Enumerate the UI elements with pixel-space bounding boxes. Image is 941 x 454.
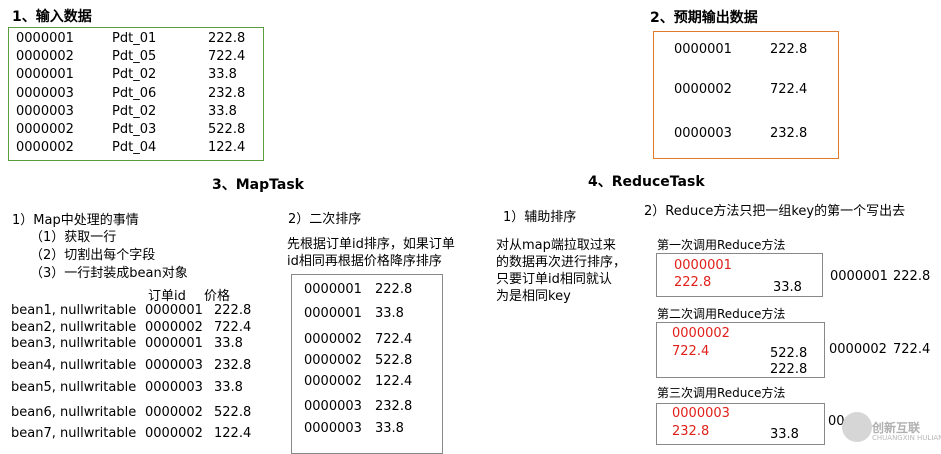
bean-price: 122.4: [214, 426, 252, 441]
input-order-id: 0000003: [16, 85, 74, 101]
reduce-call-other-value: 222.8: [770, 362, 808, 377]
map-step1-item: （3）一行封装成bean对象: [30, 266, 188, 281]
reduce-call-key: 0000002: [672, 326, 730, 341]
bean-price: 222.8: [214, 303, 252, 318]
bean-price: 232.8: [214, 358, 252, 373]
reduce-step2-title: 2）Reduce方法只把一组key的第一个写出去: [644, 204, 906, 219]
reduce-call-first-value: 232.8: [672, 424, 710, 439]
bean-key: bean1, nullwritable: [11, 303, 137, 318]
reduce-call-other-value: 522.8: [770, 346, 808, 361]
bean-order-id: 0000002: [145, 320, 203, 335]
reduce-call-label: 第二次调用Reduce方法: [657, 307, 786, 321]
reduce-call-other-value: 33.8: [773, 280, 802, 295]
expected-order-id: 0000002: [674, 82, 732, 97]
sorted-price: 232.8: [375, 399, 413, 414]
input-price: 522.8: [208, 122, 246, 137]
reduce-output-value: 222.8: [893, 269, 931, 284]
reduce-call-key: 0000003: [672, 406, 730, 421]
reduce-output-key: 0000001: [830, 269, 888, 284]
bean-key: bean3, nullwritable: [11, 336, 137, 351]
expected-price: 222.8: [770, 42, 808, 57]
bean-order-id: 0000003: [145, 380, 203, 395]
input-product-id: Pdt_02: [112, 103, 157, 119]
input-price: 222.8: [208, 31, 246, 46]
sorted-order-id: 0000002: [304, 332, 362, 347]
bean-order-id: 0000001: [145, 303, 203, 318]
reduce-step1-title: 1）辅助排序: [503, 210, 577, 225]
sorted-price: 122.4: [375, 374, 413, 389]
input-price: 122.4: [208, 140, 246, 156]
maptask-title: 3、MapTask: [212, 177, 304, 193]
watermark-logo-icon: [842, 412, 872, 442]
sorted-order-id: 0000001: [304, 282, 362, 297]
bean-key: bean4, nullwritable: [11, 358, 137, 373]
input-order-id: 0000001: [16, 67, 74, 83]
expected-price: 232.8: [770, 126, 808, 141]
expected-title: 2、预期输出数据: [650, 10, 758, 26]
reduce-call-label: 第一次调用Reduce方法: [657, 238, 786, 252]
bean-price: 722.4: [214, 320, 252, 335]
bean-order-id: 0000003: [145, 358, 203, 373]
input-price: 33.8: [208, 103, 237, 119]
map-step2-title: 2）二次排序: [288, 212, 362, 227]
bean-price: 33.8: [214, 380, 243, 395]
input-product-id: Pdt_04: [112, 140, 157, 156]
bean-key: bean6, nullwritable: [11, 405, 137, 420]
sorted-order-id: 0000001: [304, 306, 362, 321]
reduce-call-key: 0000001: [674, 258, 732, 273]
input-price: 722.4: [208, 49, 246, 65]
input-title: 1、输入数据: [12, 9, 92, 25]
bean-key: bean7, nullwritable: [11, 426, 137, 441]
bean-key: bean5, nullwritable: [11, 380, 137, 395]
bean-order-id: 0000001: [145, 336, 203, 351]
input-price: 232.8: [208, 85, 246, 101]
col-header-order-id: 订单id: [148, 289, 186, 304]
input-order-id: 0000002: [16, 122, 74, 137]
sorted-price: 33.8: [375, 421, 404, 436]
input-product-id: Pdt_02: [112, 67, 157, 83]
input-order-id: 0000003: [16, 103, 74, 119]
expected-price: 722.4: [770, 82, 808, 97]
sorted-order-id: 0000002: [304, 353, 362, 368]
sorted-price: 33.8: [375, 306, 404, 321]
input-product-id: Pdt_03: [112, 122, 157, 137]
reduce-call-label: 第三次调用Reduce方法: [657, 386, 786, 400]
sorted-price: 222.8: [375, 282, 413, 297]
input-order-id: 0000002: [16, 140, 74, 156]
input-product-id: Pdt_01: [112, 31, 157, 46]
bean-price: 33.8: [214, 336, 243, 351]
sorted-price: 722.4: [375, 332, 413, 347]
expected-order-id: 0000001: [674, 42, 732, 57]
reduce-output-key: 0000002: [829, 342, 887, 357]
reduce-call-other-value: 33.8: [770, 427, 799, 442]
bean-order-id: 0000002: [145, 405, 203, 420]
expected-order-id: 0000003: [674, 126, 732, 141]
reducetask-title: 4、ReduceTask: [588, 174, 705, 190]
input-product-id: Pdt_06: [112, 85, 157, 101]
bean-price: 522.8: [214, 405, 252, 420]
input-order-id: 0000001: [16, 31, 74, 46]
bean-order-id: 0000002: [145, 426, 203, 441]
map-step1-item: （1）获取一行: [30, 230, 117, 245]
map-step1-item: （2）切割出每个字段: [30, 248, 156, 263]
input-order-id: 0000002: [16, 49, 74, 65]
reduce-call-first-value: 222.8: [674, 275, 712, 290]
input-price: 33.8: [208, 67, 237, 83]
input-product-id: Pdt_05: [112, 49, 157, 65]
reduce-call-first-value: 722.4: [672, 344, 710, 359]
sorted-order-id: 0000003: [304, 399, 362, 414]
reduce-step1-desc: 为是相同key: [496, 289, 571, 304]
watermark-sub: CHUANGXIN HULIAN: [872, 434, 941, 442]
col-header-price: 价格: [204, 289, 231, 304]
sorted-order-id: 0000002: [304, 374, 362, 389]
sorted-price: 522.8: [375, 353, 413, 368]
sorted-order-id: 0000003: [304, 421, 362, 436]
bean-key: bean2, nullwritable: [11, 320, 137, 335]
map-step2-desc: id相同再根据价格降序排序: [287, 254, 442, 269]
reduce-output-value: 722.4: [893, 342, 931, 357]
